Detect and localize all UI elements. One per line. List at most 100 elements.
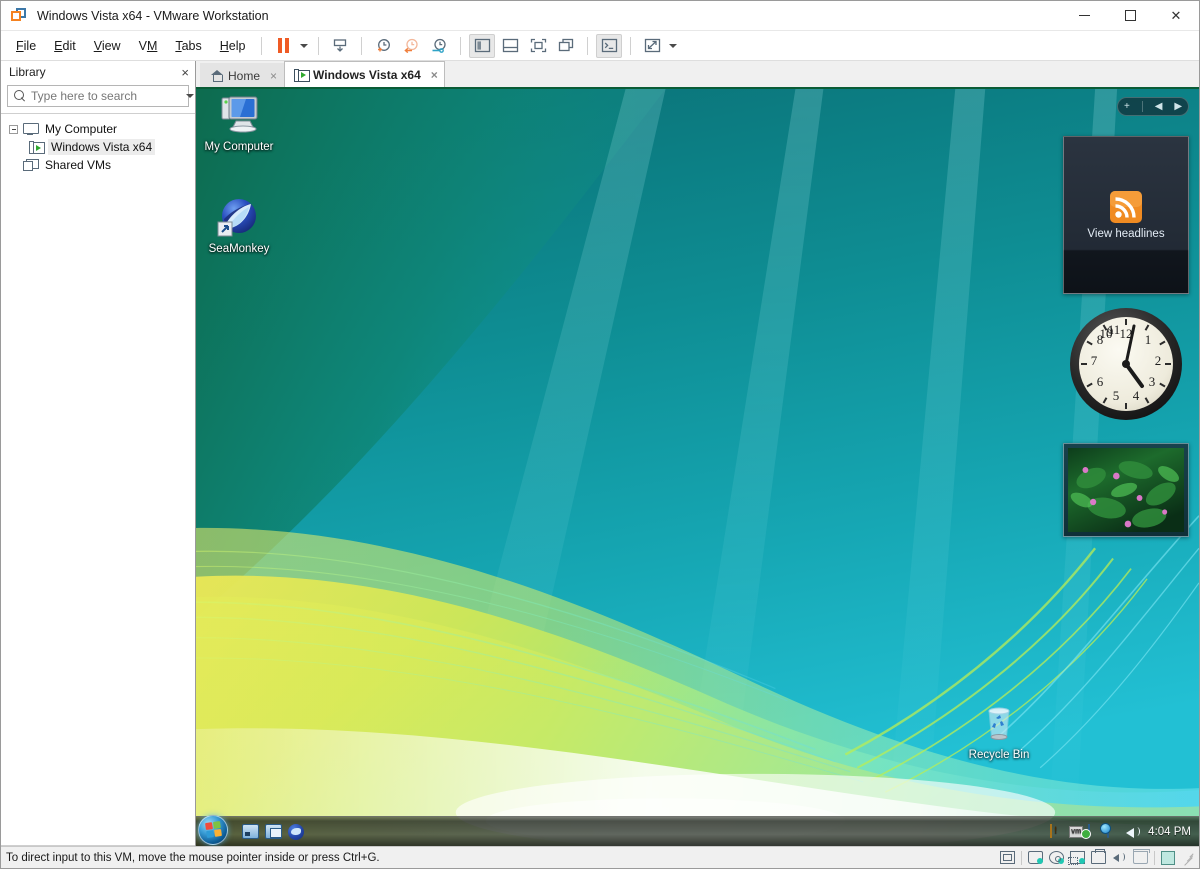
seamonkey-browser-icon[interactable] bbox=[288, 823, 304, 840]
desktop-icon-label: My Computer bbox=[204, 141, 274, 153]
network-globe-icon[interactable] bbox=[1107, 823, 1121, 839]
device-status-icons bbox=[1000, 849, 1199, 866]
desktop-icon-my-computer[interactable]: My Computer bbox=[196, 91, 282, 154]
menu-edit[interactable]: Edit bbox=[45, 35, 85, 57]
show-library-button[interactable] bbox=[469, 33, 496, 58]
revert-snapshot-button[interactable] bbox=[398, 34, 424, 58]
system-tray: vm 4:04 PM bbox=[1050, 823, 1199, 839]
toolbar-separator bbox=[318, 36, 320, 55]
console-button[interactable] bbox=[596, 33, 623, 58]
toolbar-separator bbox=[460, 36, 462, 55]
feed-headlines-gadget[interactable]: View headlines bbox=[1063, 136, 1189, 294]
shield-warning-icon[interactable] bbox=[1050, 823, 1064, 839]
hard-disk-icon[interactable] bbox=[1028, 851, 1043, 864]
library-title: Library bbox=[9, 65, 46, 79]
menu-help[interactable]: Help bbox=[211, 35, 255, 57]
clock-wrench-icon bbox=[432, 38, 447, 53]
recycle-bin-icon bbox=[956, 699, 1042, 749]
collapse-toggle-icon[interactable] bbox=[9, 124, 18, 134]
fullscreen-brackets-icon bbox=[530, 38, 547, 53]
sound-icon[interactable] bbox=[1112, 851, 1127, 864]
start-button[interactable] bbox=[198, 814, 228, 845]
vm-running-icon bbox=[294, 68, 311, 82]
maximize-button[interactable] bbox=[1107, 1, 1153, 31]
chevron-down-icon bbox=[669, 43, 678, 48]
svg-text:3: 3 bbox=[1149, 374, 1156, 389]
stretch-dropdown[interactable] bbox=[666, 34, 680, 58]
home-icon bbox=[210, 69, 223, 82]
svg-text:6: 6 bbox=[1097, 374, 1104, 389]
network-adapter-icon[interactable] bbox=[1068, 851, 1085, 865]
tab-strip: Home × Windows Vista x64 × bbox=[196, 61, 1199, 89]
tab-close-icon[interactable]: × bbox=[431, 68, 438, 82]
vista-aurora-wallpaper bbox=[196, 89, 1199, 846]
snapshot-manager-button[interactable] bbox=[327, 34, 353, 58]
guest-screen[interactable]: My Computer SeaMonkey Recycle Bin + ◀ ▶ … bbox=[196, 89, 1199, 846]
slideshow-gadget[interactable] bbox=[1063, 443, 1189, 537]
tab-close-icon[interactable]: × bbox=[270, 69, 277, 83]
full-screen-button[interactable] bbox=[525, 34, 551, 58]
photo-icon bbox=[1068, 448, 1184, 532]
library-search[interactable] bbox=[7, 85, 194, 107]
clock-gadget[interactable]: 12 1 2 345 678 9 10 11 bbox=[1063, 301, 1189, 427]
svg-text:4: 4 bbox=[1133, 388, 1140, 403]
search-input[interactable] bbox=[31, 89, 186, 103]
tab-windows-vista-x64[interactable]: Windows Vista x64 × bbox=[284, 61, 445, 87]
toolbar-separator bbox=[261, 36, 263, 55]
vm-running-icon bbox=[29, 141, 45, 154]
minimize-button[interactable] bbox=[1061, 1, 1107, 31]
speaker-icon[interactable] bbox=[1126, 825, 1140, 839]
thumbnail-bar-icon bbox=[502, 38, 519, 53]
screen-icon[interactable] bbox=[1000, 851, 1015, 864]
unity-windows-icon bbox=[558, 38, 574, 52]
tab-label: Home bbox=[228, 68, 261, 83]
toolbar-separator bbox=[630, 36, 632, 55]
stretch-button[interactable] bbox=[639, 34, 665, 58]
menu-view[interactable]: View bbox=[85, 35, 130, 57]
manage-snapshots-button[interactable] bbox=[426, 34, 452, 58]
toolbar-separator bbox=[361, 36, 363, 55]
add-gadget-button[interactable]: + bbox=[1124, 101, 1130, 112]
show-thumbnails-button[interactable] bbox=[497, 34, 523, 58]
power-dropdown[interactable] bbox=[297, 34, 311, 58]
chevron-down-icon bbox=[186, 94, 194, 98]
desktop-icon-recycle-bin[interactable]: Recycle Bin bbox=[956, 699, 1042, 762]
menu-file[interactable]: File bbox=[7, 35, 45, 57]
cd-drive-icon[interactable] bbox=[1049, 851, 1064, 864]
switch-windows-icon[interactable] bbox=[265, 824, 282, 839]
sidebar-item-my-computer[interactable]: My Computer bbox=[1, 120, 195, 138]
seamonkey-browser-icon bbox=[196, 193, 282, 243]
usb-trash-icon[interactable] bbox=[1133, 849, 1150, 864]
sidebar-item-windows-vista-x64[interactable]: Windows Vista x64 bbox=[1, 138, 195, 156]
quick-launch-bar bbox=[242, 823, 304, 840]
vmware-workstation-icon bbox=[11, 7, 29, 24]
resize-grip[interactable] bbox=[1183, 852, 1195, 866]
clock-plus-icon bbox=[378, 38, 391, 51]
library-panel: Library × My Computer Windows Vista x64 bbox=[1, 61, 196, 846]
menu-toolbar: File Edit View VM Tabs Help bbox=[1, 31, 1199, 61]
menu-tabs[interactable]: Tabs bbox=[166, 35, 210, 57]
library-close-button[interactable]: × bbox=[181, 66, 189, 79]
tab-home[interactable]: Home × bbox=[200, 63, 285, 87]
search-dropdown-button[interactable] bbox=[186, 94, 194, 98]
sidebar-item-shared-vms[interactable]: Shared VMs bbox=[1, 156, 195, 174]
show-desktop-icon[interactable] bbox=[242, 824, 259, 839]
take-snapshot-button[interactable] bbox=[370, 34, 396, 58]
unity-button[interactable] bbox=[553, 34, 579, 58]
desktop-icon-seamonkey[interactable]: SeaMonkey bbox=[196, 193, 282, 256]
diagonal-arrows-icon bbox=[644, 38, 661, 53]
tab-label: Windows Vista x64 bbox=[313, 67, 421, 82]
maximize-icon bbox=[1124, 10, 1136, 21]
taskbar-clock[interactable]: 4:04 PM bbox=[1148, 826, 1191, 838]
previous-gadget-button[interactable]: ◀ bbox=[1155, 101, 1163, 112]
suspend-button[interactable] bbox=[270, 34, 296, 58]
svg-text:1: 1 bbox=[1145, 332, 1152, 347]
note-icon[interactable] bbox=[1161, 850, 1175, 865]
menu-vm[interactable]: VM bbox=[130, 35, 167, 57]
snapshot-manager-icon bbox=[334, 38, 347, 52]
close-button[interactable]: ✕ bbox=[1153, 1, 1199, 31]
svg-text:5: 5 bbox=[1113, 388, 1120, 403]
next-gadget-button[interactable]: ▶ bbox=[1174, 101, 1182, 112]
printer-icon[interactable] bbox=[1091, 849, 1106, 864]
minimize-icon bbox=[1078, 15, 1090, 16]
